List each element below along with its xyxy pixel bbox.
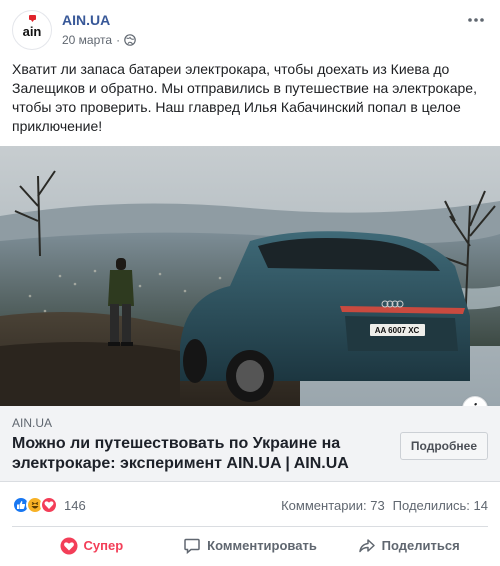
svg-text:ain: ain (23, 24, 42, 39)
reactions-summary[interactable]: 146 (12, 496, 86, 514)
ain-logo: ain (23, 15, 42, 39)
more-options-button[interactable] (464, 10, 488, 30)
share-icon (358, 538, 375, 552)
react-button[interactable]: Супер (12, 527, 171, 564)
comment-icon (184, 538, 200, 554)
link-preview[interactable]: AIN.UA Можно ли путешествовать по Украин… (0, 406, 500, 482)
globe-icon (124, 34, 136, 46)
post-header: ain AIN.UA 20 марта · (12, 10, 488, 52)
avatar[interactable]: ain (12, 10, 52, 50)
share-button[interactable]: Поделиться (329, 527, 488, 564)
comments-count[interactable]: Комментарии: 73 (281, 498, 385, 513)
reaction-count: 146 (64, 497, 86, 513)
shares-count[interactable]: Поделились: 14 (393, 498, 488, 513)
link-domain: AIN.UA (12, 416, 53, 430)
heart-icon (60, 537, 77, 554)
post-meta: 20 марта · (62, 33, 136, 47)
more-dots-icon (468, 18, 484, 22)
page-name[interactable]: AIN.UA (62, 12, 110, 28)
post-date[interactable]: 20 марта (62, 33, 112, 47)
comment-button[interactable]: Комментировать (171, 527, 330, 564)
meta-separator: · (116, 33, 121, 47)
link-title[interactable]: Можно ли путешествовать по Украине на эл… (12, 434, 372, 474)
comment-button-label: Комментировать (207, 538, 317, 553)
learn-more-button[interactable]: Подробнее (399, 432, 488, 460)
engagement-counts: Комментарии: 73 Поделились: 14 (281, 498, 488, 513)
action-bar: Супер Комментировать Поделиться (12, 526, 488, 564)
post-text: Хватит ли запаса батареи электрокара, чт… (12, 61, 477, 134)
post-stats: 146 Комментарии: 73 Поделились: 14 (12, 494, 488, 516)
svg-text:AA 6007 XC: AA 6007 XC (375, 326, 420, 335)
react-button-label: Супер (83, 538, 124, 553)
love-reaction-icon (40, 496, 58, 514)
post-photo[interactable]: AA 6007 XC (0, 146, 500, 406)
photo-image: AA 6007 XC (0, 146, 500, 406)
share-button-label: Поделиться (381, 538, 460, 553)
